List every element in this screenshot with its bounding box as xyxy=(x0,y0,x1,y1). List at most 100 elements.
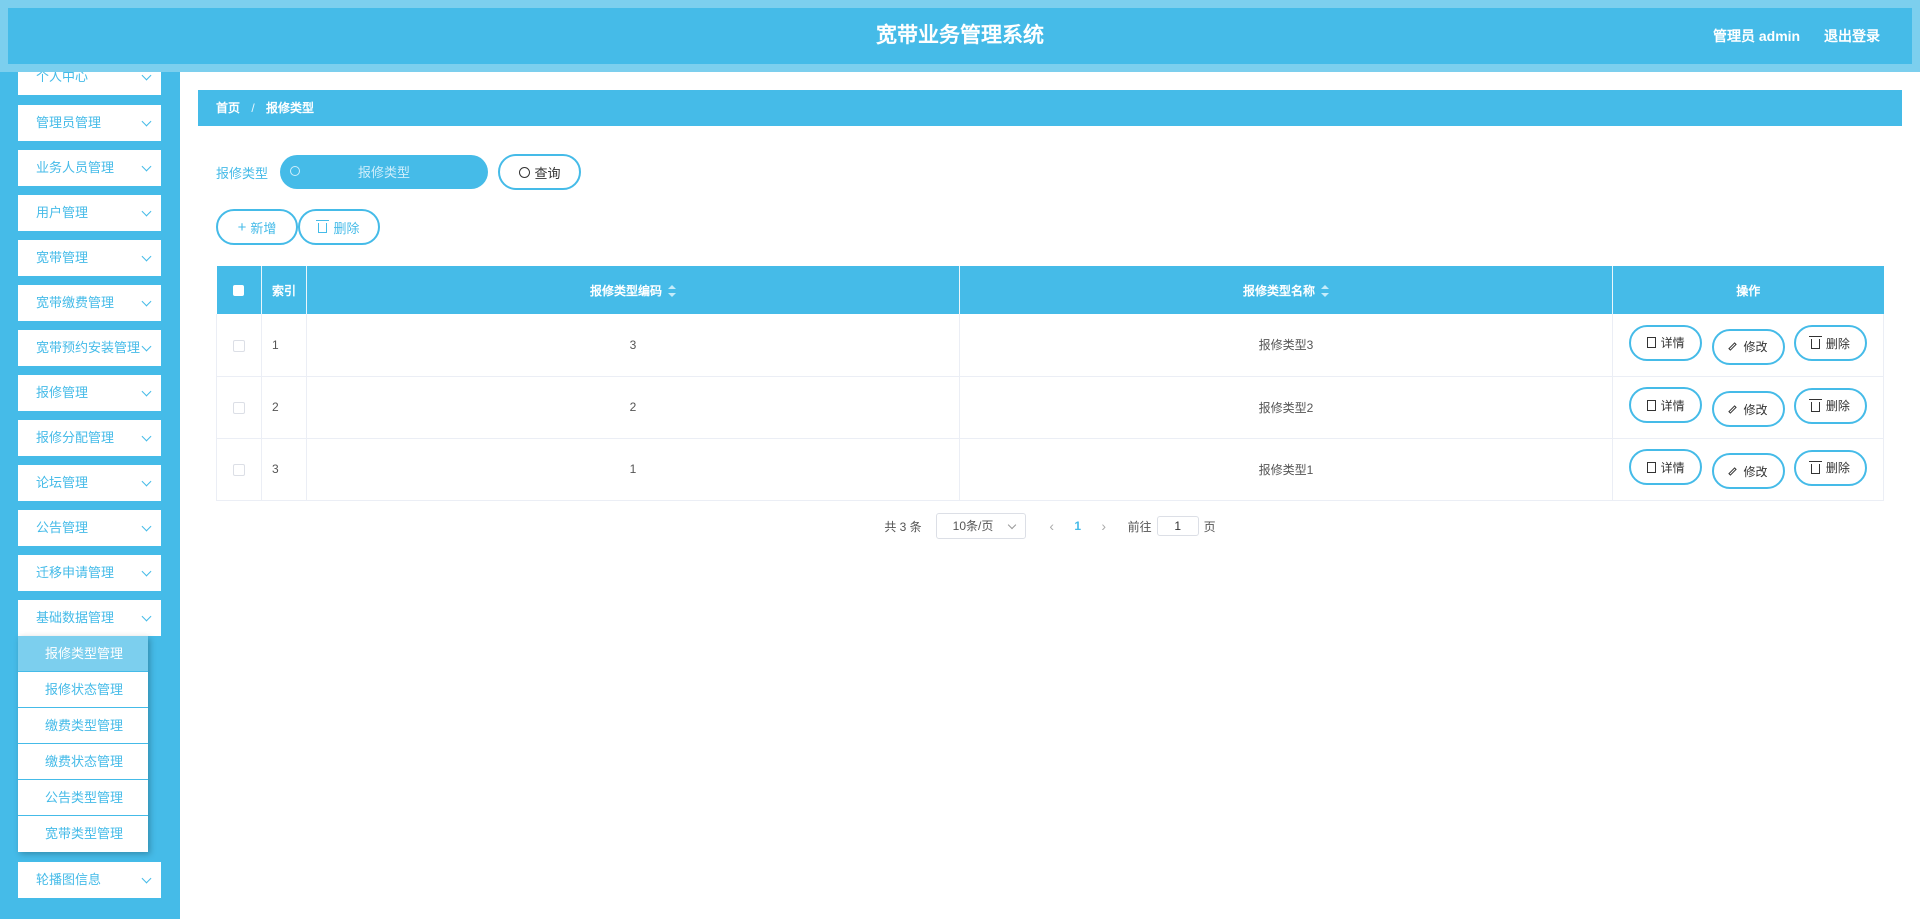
pagination-total: 共 3 条 xyxy=(884,519,922,534)
chevron-down-icon xyxy=(141,330,153,366)
sidebar-item-notice-management[interactable]: 公告管理 xyxy=(18,510,161,546)
chevron-down-icon xyxy=(141,510,153,546)
sidebar-item-label: 管理员管理 xyxy=(36,115,102,130)
detail-button[interactable]: 详情 xyxy=(1629,449,1703,485)
pencil-icon xyxy=(1728,466,1738,476)
cell-code: 1 xyxy=(306,438,960,501)
detail-button[interactable]: 详情 xyxy=(1629,387,1703,423)
chevron-down-icon xyxy=(141,375,153,411)
breadcrumb-separator: / xyxy=(251,101,255,115)
prev-page-icon[interactable]: ‹ xyxy=(1040,518,1064,534)
sidebar-item-personal-center[interactable]: 个人中心 xyxy=(18,72,161,95)
detail-label: 详情 xyxy=(1660,398,1685,413)
next-page-icon[interactable]: › xyxy=(1092,518,1116,534)
goto-prefix: 前往 xyxy=(1127,519,1152,534)
sidebar: 个人中心 管理员管理 业务人员管理 用户管理 宽带管理 宽带缴费管理 宽带预约安… xyxy=(0,72,180,919)
sidebar-item-repair-assignment[interactable]: 报修分配管理 xyxy=(18,420,161,456)
submenu-item-notice-type[interactable]: 公告类型管理 xyxy=(18,780,148,816)
delete-button-label: 删除 xyxy=(333,220,360,236)
sidebar-item-label: 报修管理 xyxy=(36,385,89,400)
sidebar-item-label: 业务人员管理 xyxy=(36,160,115,175)
add-button[interactable]: + 新增 xyxy=(216,209,298,245)
pencil-icon xyxy=(1728,404,1738,414)
edit-button[interactable]: 修改 xyxy=(1711,453,1785,489)
sidebar-item-label: 用户管理 xyxy=(36,205,89,220)
sort-icon[interactable] xyxy=(1321,285,1329,298)
edit-button[interactable]: 修改 xyxy=(1711,328,1785,365)
sort-icon[interactable] xyxy=(668,285,676,298)
sidebar-item-repair-management[interactable]: 报修管理 xyxy=(18,375,161,411)
sidebar-item-label: 迁移申请管理 xyxy=(36,565,115,580)
sidebar-item-label: 宽带预约安装管理 xyxy=(36,340,141,355)
submenu-item-repair-status[interactable]: 报修状态管理 xyxy=(18,672,148,708)
breadcrumb-current: 报修类型 xyxy=(266,101,315,115)
page-size-select[interactable]: 10条/页 xyxy=(935,513,1026,539)
document-icon xyxy=(1646,337,1656,349)
row-select-cell xyxy=(216,314,262,377)
column-header-name-label: 报修类型名称 xyxy=(1242,283,1315,298)
chevron-down-icon xyxy=(141,555,153,591)
logout-button[interactable]: 退出登录 xyxy=(1824,28,1880,44)
sidebar-item-base-data[interactable]: 基础数据管理 xyxy=(18,600,161,636)
detail-button[interactable]: 详情 xyxy=(1629,324,1703,361)
page-number-current[interactable]: 1 xyxy=(1064,519,1092,533)
sidebar-item-broadband-payment[interactable]: 宽带缴费管理 xyxy=(18,285,161,321)
row-checkbox[interactable] xyxy=(233,401,245,414)
cell-name: 报修类型1 xyxy=(959,438,1613,501)
column-header-name[interactable]: 报修类型名称 xyxy=(959,266,1613,314)
column-header-code-label: 报修类型编码 xyxy=(589,283,662,298)
delete-button[interactable]: 删除 xyxy=(1793,387,1867,424)
batch-delete-button[interactable]: 删除 xyxy=(298,209,380,245)
edit-label: 修改 xyxy=(1743,402,1768,417)
sidebar-item-admin-management[interactable]: 管理员管理 xyxy=(18,105,161,141)
edit-button[interactable]: 修改 xyxy=(1711,391,1785,427)
delete-button[interactable]: 删除 xyxy=(1793,325,1867,362)
select-all-checkbox[interactable] xyxy=(233,285,245,297)
sidebar-item-broadband-management[interactable]: 宽带管理 xyxy=(18,240,161,276)
chevron-down-icon xyxy=(141,150,153,186)
document-icon xyxy=(1646,399,1656,411)
document-icon xyxy=(1646,461,1656,473)
submenu-item-payment-type[interactable]: 缴费类型管理 xyxy=(18,708,148,744)
header-user-area: 管理员 admin 退出登录 xyxy=(1693,8,1880,64)
row-checkbox[interactable] xyxy=(233,339,245,352)
breadcrumb: 首页 / 报修类型 xyxy=(198,90,1902,126)
action-row: + 新增 删除 xyxy=(216,209,380,245)
row-select-cell xyxy=(216,438,262,501)
submenu-item-broadband-type[interactable]: 宽带类型管理 xyxy=(18,816,148,852)
select-all-header xyxy=(216,266,262,314)
sidebar-item-staff-management[interactable]: 业务人员管理 xyxy=(18,150,161,186)
column-header-ops: 操作 xyxy=(1612,266,1884,314)
search-input[interactable] xyxy=(280,155,489,189)
search-icon xyxy=(290,166,301,176)
query-button-label: 查询 xyxy=(534,165,561,181)
table-row: 3 1 报修类型1 详情 修改 删除 xyxy=(216,438,1884,501)
sidebar-item-label: 公告管理 xyxy=(36,520,89,535)
chevron-down-icon xyxy=(141,195,153,231)
breadcrumb-home[interactable]: 首页 xyxy=(216,101,240,115)
chevron-down-icon xyxy=(141,240,153,276)
sidebar-item-installation-booking[interactable]: 宽带预约安装管理 xyxy=(18,330,161,366)
delete-button[interactable]: 删除 xyxy=(1793,449,1867,486)
add-button-label: 新增 xyxy=(250,220,277,236)
table-header-row: 索引 报修类型编码 报修类型名称 操作 xyxy=(216,266,1884,314)
submenu-item-payment-status[interactable]: 缴费状态管理 xyxy=(18,744,148,780)
goto-suffix: 页 xyxy=(1203,519,1216,534)
search-icon xyxy=(518,166,530,178)
column-header-code[interactable]: 报修类型编码 xyxy=(306,266,960,314)
query-button[interactable]: 查询 xyxy=(498,154,582,190)
table-row: 1 3 报修类型3 详情 修改 删除 xyxy=(216,314,1884,377)
sidebar-item-forum-management[interactable]: 论坛管理 xyxy=(18,465,161,501)
sidebar-item-migration-request[interactable]: 迁移申请管理 xyxy=(18,555,161,591)
sidebar-item-label: 报修分配管理 xyxy=(36,430,115,445)
column-header-index: 索引 xyxy=(261,266,307,314)
pencil-icon xyxy=(1728,342,1738,351)
sidebar-item-user-management[interactable]: 用户管理 xyxy=(18,195,161,231)
search-row: 报修类型 查询 xyxy=(216,154,582,190)
row-checkbox[interactable] xyxy=(233,463,245,476)
sidebar-item-carousel[interactable]: 轮播图信息 xyxy=(18,862,161,898)
edit-label: 修改 xyxy=(1743,464,1768,479)
goto-page-input[interactable]: 1 xyxy=(1156,516,1199,536)
delete-label: 删除 xyxy=(1825,336,1850,351)
submenu-item-repair-type[interactable]: 报修类型管理 xyxy=(18,636,148,672)
